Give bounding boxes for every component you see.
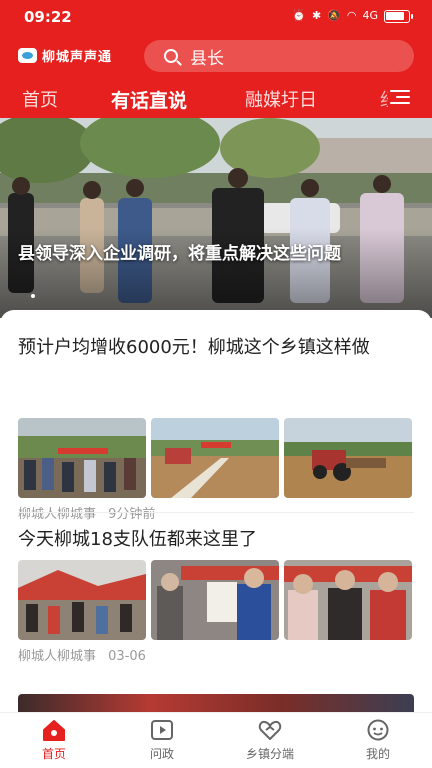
profile-icon [367, 719, 389, 741]
nav-home-label: 首页 [41, 747, 66, 761]
app-name: 柳城声声通 [42, 50, 113, 65]
nav-home[interactable]: 首页 [14, 719, 94, 762]
search-bar[interactable]: 县长 [144, 40, 414, 72]
nav-profile-label: 我的 [365, 747, 390, 761]
mute-icon: 🔕 [327, 9, 341, 22]
carousel-indicator [31, 294, 35, 298]
wifi-icon: ◠ [346, 9, 357, 22]
thumbnail-image[interactable] [284, 418, 412, 498]
hero-title[interactable]: 县领导深入企业调研，将重点解决这些问题 [18, 240, 418, 268]
article-time: 9分钟前 [108, 507, 156, 522]
nav-township-label: 乡镇分端 [245, 747, 294, 761]
channel-menu-icon[interactable] [390, 88, 410, 106]
channel-tabs: 首页 有话直说 融媒圩日 经 [0, 78, 432, 118]
thumbnail-image[interactable] [18, 418, 146, 498]
nav-township[interactable]: 乡镇分端 [230, 719, 310, 762]
bottom-nav: 首页 问政 乡镇分端 我的 [0, 712, 432, 768]
news-feed: 预计户均增收6000元！柳城这个乡镇这样做 柳城人柳城事 9分钟前 今天柳城18… [0, 310, 432, 718]
battery-icon [384, 9, 413, 23]
article-card[interactable]: 今天柳城18支队伍都来这里了 柳城人柳城事 03-06 [18, 526, 414, 664]
nav-inquiry-label: 问政 [149, 747, 174, 761]
tab-partial[interactable]: 经 [380, 86, 388, 112]
search-input[interactable]: 县长 [190, 44, 224, 69]
nav-profile[interactable]: 我的 [338, 719, 418, 762]
article-source: 柳城人柳城事 [18, 507, 97, 522]
signal-icon: 4G [362, 9, 378, 22]
app-header: 柳城声声通 县长 [0, 36, 432, 78]
article-title[interactable]: 今天柳城18支队伍都来这里了 [18, 526, 414, 554]
thumbnail-image[interactable] [151, 418, 279, 498]
thumbnail-image[interactable] [284, 560, 412, 640]
status-icons: ⏰ ✱ 🔕 ◠ 4G [292, 9, 413, 23]
heart-icon [258, 720, 282, 740]
article-meta: 柳城人柳城事 03-06 [18, 645, 146, 664]
thumbnail-image[interactable] [151, 560, 279, 640]
video-icon [151, 720, 173, 740]
article-card[interactable]: 预计户均增收6000元！柳城这个乡镇这样做 柳城人柳城事 9分钟前 [18, 334, 414, 522]
hero-banner[interactable]: 县领导深入企业调研，将重点解决这些问题 [0, 118, 432, 318]
article-title[interactable]: 预计户均增收6000元！柳城这个乡镇这样做 [18, 334, 414, 362]
app-logo[interactable]: 柳城声声通 [18, 46, 112, 65]
bluetooth-icon: ✱ [311, 9, 322, 22]
tab-media-market-day[interactable]: 融媒圩日 [245, 86, 317, 112]
hero-image [0, 118, 432, 318]
tab-home[interactable]: 首页 [22, 86, 58, 112]
article-time: 03-06 [108, 649, 146, 664]
tab-speak-freely[interactable]: 有话直说 [111, 86, 187, 113]
thumbnail-image[interactable] [18, 560, 146, 640]
status-bar: 09:22 ⏰ ✱ 🔕 ◠ 4G [0, 0, 432, 36]
logo-icon [18, 48, 37, 63]
article-source: 柳城人柳城事 [18, 649, 97, 664]
divider [18, 512, 414, 513]
alarm-icon: ⏰ [292, 9, 306, 22]
search-icon [164, 49, 178, 63]
home-icon [43, 720, 65, 741]
nav-inquiry[interactable]: 问政 [122, 719, 202, 762]
article-thumbnails [18, 560, 412, 640]
clock: 09:22 [24, 8, 72, 26]
article-thumbnails [18, 418, 412, 498]
